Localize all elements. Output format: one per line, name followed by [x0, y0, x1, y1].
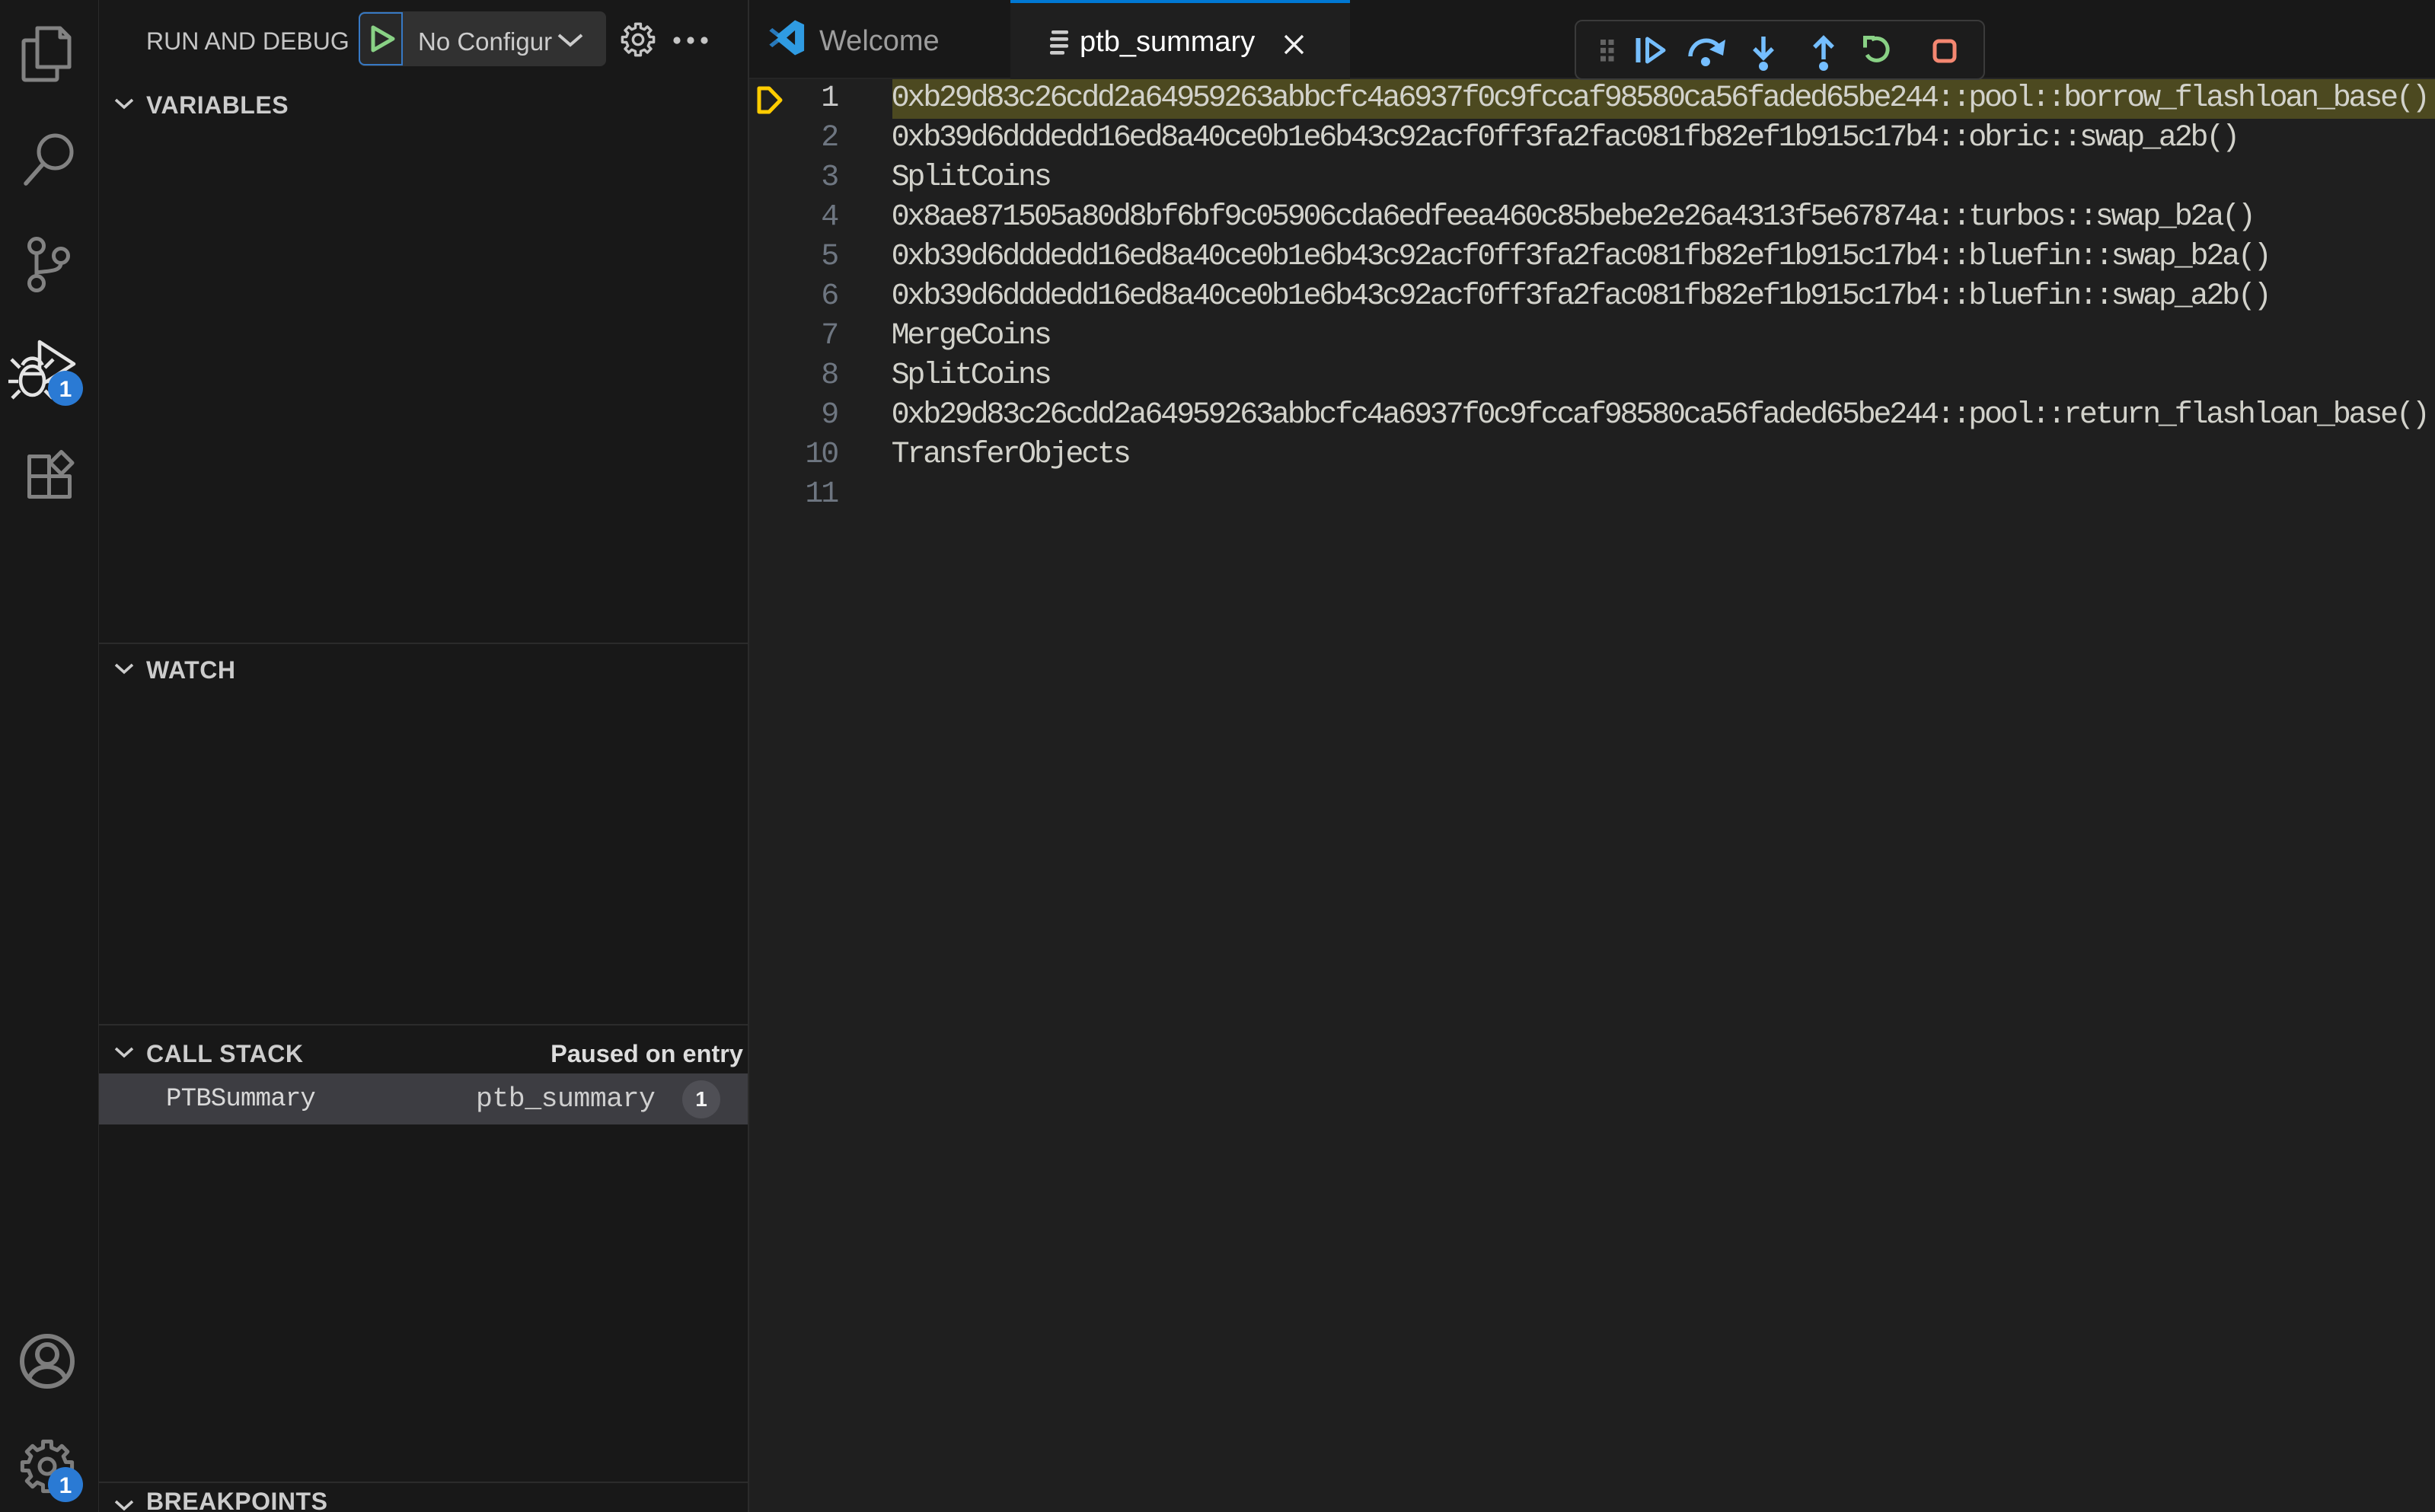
svg-text:1: 1	[59, 1473, 72, 1498]
svg-text:1: 1	[59, 377, 72, 402]
